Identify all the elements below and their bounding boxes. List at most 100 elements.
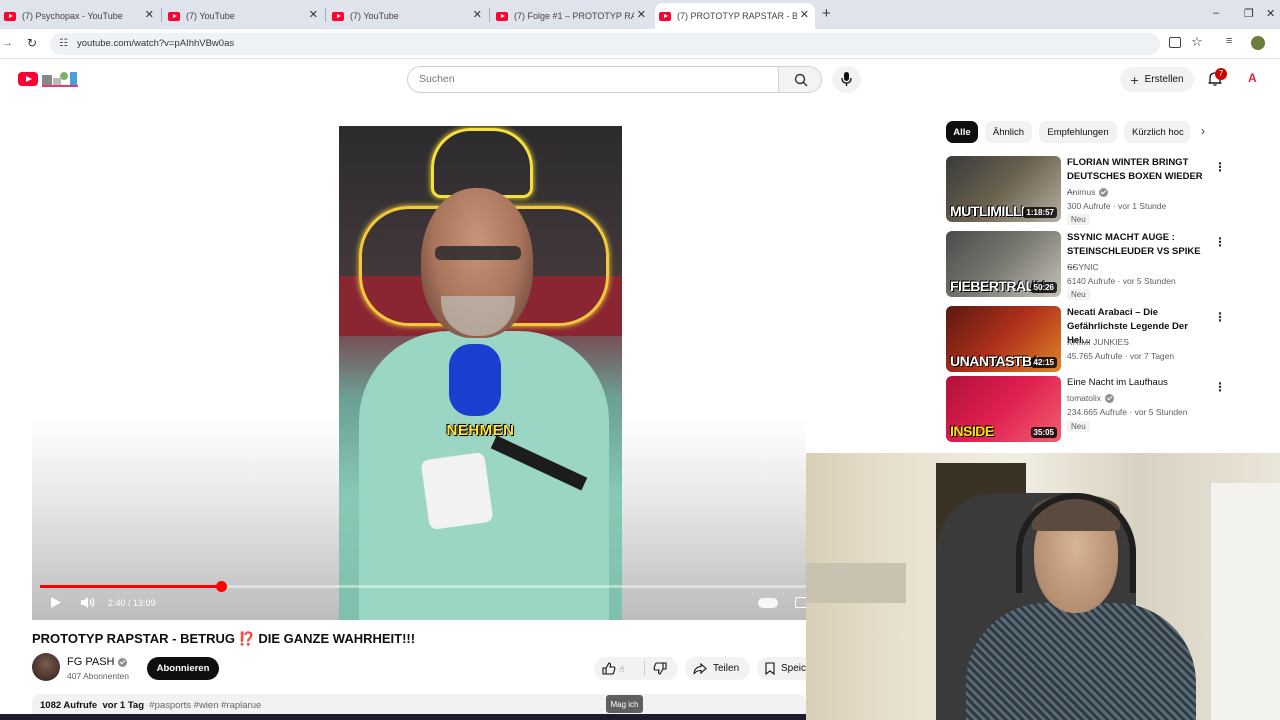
recommendation-title[interactable]: Eine Nacht im Laufhaus (1067, 376, 1207, 390)
subscribe-button[interactable]: Abonnieren (147, 657, 219, 680)
save-button[interactable]: Speic (757, 657, 806, 680)
back-arrow-icon[interactable]: → (2, 37, 13, 49)
more-vert-icon[interactable]: ⋮ (1214, 235, 1226, 249)
recommendation-item[interactable]: UNANTASTBA 42:15 Necati Arabaci – Die Ge… (946, 306, 1226, 374)
doodle-logo-icon (42, 72, 78, 87)
chevron-right-icon[interactable]: › (1201, 124, 1205, 138)
tab-close-icon[interactable]: ✕ (473, 8, 482, 21)
thumbs-down-icon[interactable] (653, 662, 667, 675)
mouse-cursor-icon: ☝ (619, 664, 625, 674)
maximize-icon[interactable]: ❐ (1244, 7, 1254, 20)
install-app-icon[interactable] (1169, 37, 1181, 48)
recommendation-channel[interactable]: Animus (1067, 187, 1095, 197)
plus-icon: + (1130, 71, 1139, 88)
window-close-icon[interactable]: ✕ (1266, 7, 1275, 20)
thumbnail-text: INSIDE (950, 423, 994, 439)
share-button[interactable]: Teilen (685, 657, 750, 680)
subscriber-count: 407 Abonnenten (67, 671, 129, 681)
subtitles-icon[interactable] (795, 597, 806, 608)
mic-flag (420, 451, 494, 531)
more-vert-icon[interactable]: ⋮ (1214, 310, 1226, 324)
recommendation-thumbnail[interactable]: UNANTASTBA 42:15 (946, 306, 1061, 372)
youtube-favicon-icon (659, 11, 671, 21)
tab-title: (7) PROTOTYP RAPSTAR - BETR (677, 11, 797, 21)
more-vert-icon[interactable]: ⋮ (1214, 160, 1226, 174)
browser-tab[interactable]: (7) YouTube ✕ (328, 3, 488, 29)
play-icon[interactable] (50, 596, 62, 609)
progress-fill (40, 585, 221, 588)
browser-tab[interactable]: (7) YouTube ✕ (164, 3, 324, 29)
channel-avatar[interactable] (32, 653, 60, 681)
volume-icon[interactable] (80, 596, 96, 609)
more-vert-icon[interactable]: ⋮ (1214, 380, 1226, 394)
chip-empfehlungen[interactable]: Empfehlungen (1039, 121, 1117, 143)
chip-alle[interactable]: Alle (946, 121, 978, 143)
recommendation-thumbnail[interactable]: INSIDE 35:05 (946, 376, 1061, 442)
verified-icon (1105, 393, 1115, 403)
search-icon (794, 73, 808, 87)
tab-title: (7) YouTube (186, 11, 235, 21)
recommendation-thumbnail[interactable]: MUTLIMILLI 1:18:57 (946, 156, 1061, 222)
share-label: Teilen (713, 663, 740, 674)
reading-list-icon[interactable]: ≡ (1226, 35, 1232, 47)
new-tab-button[interactable]: + (822, 5, 831, 22)
view-count: 1082 Aufrufe (40, 700, 98, 711)
tab-close-icon[interactable]: ✕ (145, 8, 154, 21)
chip-aehnlich[interactable]: Ähnlich (985, 121, 1032, 143)
tab-close-icon[interactable]: ✕ (800, 8, 809, 21)
search-input[interactable]: Suchen (407, 66, 779, 93)
browser-tab-active[interactable]: (7) PROTOTYP RAPSTAR - BETR ✕ (655, 3, 815, 29)
video-duration: 1:18:57 (1023, 207, 1057, 218)
video-duration: 42:15 (1030, 357, 1057, 368)
profile-avatar[interactable] (1251, 36, 1265, 50)
site-info-icon[interactable]: ☷ (59, 33, 68, 55)
tab-close-icon[interactable]: ✕ (309, 8, 318, 21)
time-display: 2:40 / 13:09 (108, 598, 156, 608)
recommendation-channel-row: tomatolix (1067, 393, 1115, 403)
reload-icon[interactable]: ↻ (27, 36, 37, 50)
video-caption: NEHMEN (446, 422, 515, 439)
autoplay-toggle[interactable] (758, 598, 778, 608)
mic-icon (841, 72, 852, 86)
verified-icon (1099, 187, 1109, 197)
chip-kuerzlich[interactable]: Kürzlich hoc (1124, 121, 1190, 143)
like-divider (644, 661, 645, 676)
recommendation-channel[interactable]: SSYNIC (1067, 262, 1099, 272)
bookmark-star-icon[interactable]: ☆ (1191, 34, 1203, 50)
channel-name[interactable]: FG PASH (67, 656, 114, 668)
hashtags[interactable]: #pasports #wien #raplarue (149, 700, 261, 711)
youtube-logo-icon[interactable] (18, 72, 38, 86)
channel-doodle-logo[interactable] (42, 70, 80, 88)
recommendation-channel[interactable]: KRIMI JUNKIES (1067, 337, 1129, 347)
recommendation-thumbnail[interactable]: FIEBERTRAUM 50:26 (946, 231, 1061, 297)
progress-scrubber[interactable] (215, 581, 227, 592)
tab-close-icon[interactable]: ✕ (637, 8, 646, 21)
browser-tab[interactable]: (7) Psychopax - YouTube ✕ (0, 3, 160, 29)
account-avatar[interactable]: A (1248, 71, 1262, 87)
recommendation-channel-row: SSYNIC (1067, 262, 1099, 272)
recommendation-channel[interactable]: tomatolix (1067, 393, 1101, 403)
minimize-icon[interactable]: – (1213, 7, 1219, 19)
youtube-favicon-icon (496, 11, 508, 21)
recommendation-item[interactable]: INSIDE 35:05 Eine Nacht im Laufhaus toma… (946, 376, 1226, 444)
new-badge: Neu (1067, 214, 1090, 225)
progress-bar[interactable] (40, 581, 806, 592)
video-player[interactable]: NEHMEN 2:40 / 13:09 (32, 126, 806, 620)
thumbs-up-icon[interactable] (602, 662, 616, 675)
save-label: Speic (780, 663, 806, 674)
browser-tab[interactable]: (7) Folge #1 – PROTOTYP RAPS ✕ (492, 3, 652, 29)
taskbar-strip (0, 714, 806, 720)
youtube-favicon-icon (4, 11, 16, 21)
url-field[interactable]: ☷ youtube.com/watch?v=pAIhhVBw0as (50, 33, 1160, 55)
notifications-button[interactable]: 7 (1207, 68, 1227, 92)
voice-search-button[interactable] (832, 66, 861, 93)
recommendation-item[interactable]: FIEBERTRAUM 50:26 SSYNIC MACHT AUGE : ST… (946, 231, 1226, 300)
create-button[interactable]: + Erstellen (1120, 67, 1194, 92)
recommendation-item[interactable]: MUTLIMILLI 1:18:57 FLORIAN WINTER BRINGT… (946, 156, 1226, 225)
recommendation-channel-row: Animus (1067, 187, 1109, 197)
search-button[interactable] (778, 66, 822, 93)
tab-separator (489, 8, 490, 22)
channel-name-row[interactable]: FG PASH (67, 656, 128, 668)
url-text: youtube.com/watch?v=pAIhhVBw0as (77, 38, 235, 49)
youtube-favicon-icon (168, 11, 180, 21)
